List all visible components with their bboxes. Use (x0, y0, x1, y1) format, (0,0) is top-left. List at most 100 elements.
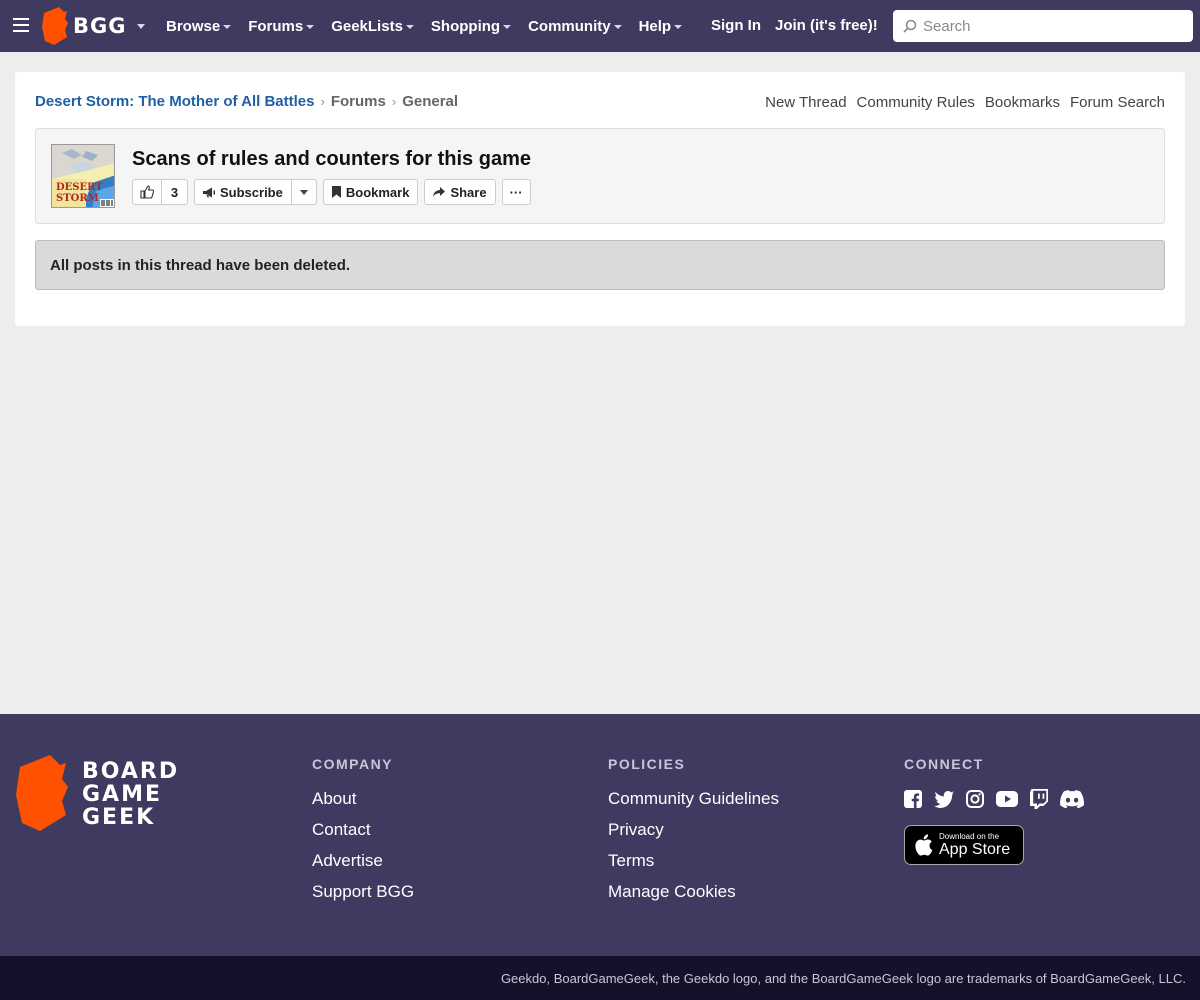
subscribe-label: Subscribe (220, 184, 283, 200)
footer-logo-text: BOARD GAME GEEK (82, 760, 179, 832)
legal-notice: Geekdo, BoardGameGeek, the Geekdo logo, … (0, 956, 1200, 1000)
hamburger-menu-icon[interactable] (13, 18, 29, 34)
nav-community-label: Community (528, 17, 611, 35)
game-thumbnail[interactable]: DESERT STORM (51, 144, 115, 208)
app-store-text: Download on the App Store (939, 831, 1011, 858)
forum-links: New Thread Community Rules Bookmarks For… (755, 94, 1165, 111)
community-rules-link[interactable]: Community Rules (857, 94, 975, 111)
app-store-small-text: Download on the (939, 831, 1000, 841)
nav-geeklists[interactable]: GeekLists (331, 18, 414, 35)
logo-line-game: GAME (82, 782, 163, 807)
nav-geeklists-label: GeekLists (331, 17, 403, 35)
breadcrumb: Desert Storm: The Mother of All Battles … (35, 93, 458, 110)
game-box-art-image: DESERT STORM (52, 145, 114, 207)
footer-cookies-link[interactable]: Manage Cookies (608, 882, 779, 902)
share-button[interactable]: Share (424, 179, 496, 205)
footer-policies-heading: POLICIES (608, 756, 686, 772)
share-label: Share (450, 184, 487, 200)
nav-community[interactable]: Community (528, 18, 622, 35)
caret-down-icon (674, 25, 683, 29)
bookmark-button[interactable]: Bookmark (322, 179, 419, 205)
bgg-flame-icon (16, 755, 68, 831)
instagram-icon[interactable] (966, 790, 984, 808)
footer-terms-link[interactable]: Terms (608, 851, 779, 871)
nav-forums[interactable]: Forums (248, 17, 315, 35)
caret-down-icon (503, 25, 512, 29)
bookmark-icon (331, 186, 341, 198)
footer-policies: POLICIES Community Guidelines Privacy Te… (608, 756, 779, 913)
nav-help[interactable]: Help (639, 18, 683, 35)
discord-icon[interactable] (1060, 790, 1084, 808)
facebook-icon[interactable] (904, 790, 922, 808)
footer-connect-heading: CONNECT (904, 756, 984, 772)
footer-about-link[interactable]: About (312, 789, 414, 809)
like-button[interactable] (132, 179, 162, 205)
join-link[interactable]: Join (it's free)! (775, 17, 878, 34)
site-footer: BOARD GAME GEEK COMPANY About Contact Ad… (0, 714, 1200, 956)
youtube-icon[interactable] (996, 791, 1018, 807)
apple-icon (915, 834, 933, 856)
app-store-big-text: App Store (939, 840, 1011, 858)
caret-down-icon (613, 25, 622, 29)
caret-down-icon (299, 189, 308, 195)
thread-title: Scans of rules and counters for this gam… (132, 148, 531, 170)
chevron-right-icon: › (320, 94, 325, 109)
caret-down-icon (405, 25, 414, 29)
logo-dropdown-caret-icon[interactable] (137, 24, 145, 29)
search-input[interactable] (923, 17, 1183, 35)
nav-shopping[interactable]: Shopping (430, 17, 512, 35)
nav-browse-label: Browse (166, 17, 221, 35)
app-store-badge[interactable]: Download on the App Store (904, 825, 1024, 865)
like-count: 3 (162, 179, 188, 205)
new-thread-link[interactable]: New Thread (765, 94, 846, 111)
caret-down-icon (223, 25, 232, 29)
footer-support-link[interactable]: Support BGG (312, 882, 414, 902)
deleted-notice: All posts in this thread have been delet… (35, 240, 1165, 290)
bgg-logo[interactable]: BGG (42, 6, 126, 46)
breadcrumb-forums-link[interactable]: Forums (331, 93, 386, 110)
bgg-flame-icon (42, 7, 68, 45)
svg-text:DESERT: DESERT (56, 182, 103, 193)
bookmark-label: Bookmark (345, 184, 410, 200)
footer-guidelines-link[interactable]: Community Guidelines (608, 789, 779, 809)
megaphone-icon (203, 187, 215, 197)
footer-logo[interactable]: BOARD GAME GEEK (16, 754, 179, 832)
top-nav-bar: BGG Browse Forums GeekLists Shopping Com… (0, 0, 1200, 52)
footer-connect: CONNECT Download on the App Store (904, 756, 1096, 865)
footer-company-heading: COMPANY (312, 756, 394, 772)
social-links (904, 789, 1096, 809)
thread-actions: 3 Subscribe Bookmark Share ··· (132, 179, 537, 205)
nav-forums-label: Forums (248, 17, 304, 35)
breadcrumb-general-link[interactable]: General (402, 93, 458, 110)
nav-browse[interactable]: Browse (166, 17, 232, 35)
search-box (893, 10, 1193, 42)
logo-line-board: BOARD (82, 759, 180, 784)
subscribe-button[interactable]: Subscribe (194, 179, 292, 205)
share-icon (433, 187, 446, 197)
subscribe-group: Subscribe (194, 179, 317, 205)
bookmarks-link[interactable]: Bookmarks (985, 94, 1060, 111)
sign-in-link[interactable]: Sign In (711, 17, 761, 34)
nav-help-label: Help (638, 17, 672, 35)
main-nav: Browse Forums GeekLists Shopping Communi… (166, 0, 699, 52)
thread-header: DESERT STORM Scans of rules and counters… (35, 128, 1165, 224)
breadcrumb-game-link[interactable]: Desert Storm: The Mother of All Battles (35, 93, 314, 110)
twitter-icon[interactable] (934, 790, 954, 808)
twitch-icon[interactable] (1030, 789, 1048, 809)
logo-line-geek: GEEK (82, 805, 156, 830)
footer-contact-link[interactable]: Contact (312, 820, 414, 840)
footer-privacy-link[interactable]: Privacy (608, 820, 779, 840)
footer-company: COMPANY About Contact Advertise Support … (312, 756, 414, 913)
thumbs-up-icon (140, 185, 154, 199)
search-icon (903, 19, 917, 33)
more-options-button[interactable]: ··· (501, 179, 531, 205)
like-group: 3 (132, 179, 188, 205)
subscribe-options-button[interactable] (291, 179, 317, 205)
caret-down-icon (306, 25, 315, 29)
svg-text:STORM: STORM (56, 193, 99, 204)
logo-text: BGG (73, 14, 127, 38)
chevron-right-icon: › (391, 94, 397, 109)
nav-shopping-label: Shopping (430, 17, 501, 35)
forum-search-link[interactable]: Forum Search (1070, 94, 1165, 111)
footer-advertise-link[interactable]: Advertise (312, 851, 414, 871)
